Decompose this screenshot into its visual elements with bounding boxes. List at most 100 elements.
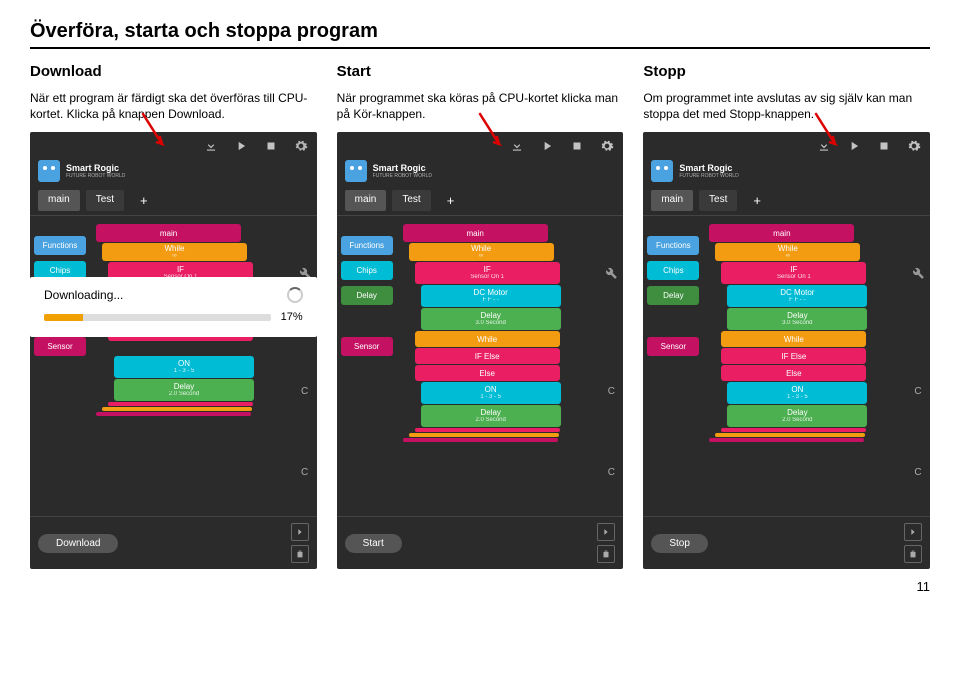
logo-title: Smart Rogic xyxy=(679,163,738,173)
play-icon[interactable] xyxy=(846,138,862,154)
arrow-right-icon[interactable] xyxy=(597,523,615,541)
workspace: Functions Chips Delay Sensor main While … xyxy=(337,216,624,516)
canvas-right: C C xyxy=(599,216,623,516)
block-main[interactable]: main xyxy=(403,224,548,242)
wrench-icon[interactable] xyxy=(911,266,925,282)
tab-test[interactable]: Test xyxy=(86,190,124,211)
logo-title: Smart Rogic xyxy=(373,163,432,173)
col-heading: Stopp xyxy=(643,63,930,80)
block-on[interactable]: ON 1 - 3 - 5 xyxy=(114,356,254,378)
progress-bar xyxy=(44,314,271,321)
logo-title: Smart Rogic xyxy=(66,163,125,173)
app-screenshot: Smart Rogic FUTURE ROBOT WORLD main Test… xyxy=(643,132,930,569)
col-heading: Download xyxy=(30,63,317,80)
arrow-right-icon[interactable] xyxy=(904,523,922,541)
sidebar-functions[interactable]: Functions xyxy=(34,236,86,255)
tab-add[interactable]: + xyxy=(130,190,158,211)
tab-main[interactable]: main xyxy=(38,190,80,211)
sidebar-sensor[interactable]: Sensor xyxy=(34,337,86,356)
stop-icon[interactable] xyxy=(876,138,892,154)
canvas[interactable]: main While ∞ IF Sensor On 1 DC Motor F F… xyxy=(90,216,293,516)
block-dcmotor[interactable]: DC Motor F F - - xyxy=(727,285,867,307)
modal-title: Downloading... xyxy=(44,288,123,302)
tab-add[interactable]: + xyxy=(743,190,771,211)
arrow-right-icon[interactable] xyxy=(291,523,309,541)
sidebar: Functions Chips Delay Sensor xyxy=(337,216,397,516)
sidebar-chips[interactable]: Chips xyxy=(341,261,393,280)
sidebar-delay[interactable]: Delay xyxy=(341,286,393,305)
logo-row: Smart Rogic FUTURE ROBOT WORLD xyxy=(30,160,317,186)
gear-icon[interactable] xyxy=(293,138,309,154)
tabs: main Test + xyxy=(643,186,930,216)
canvas[interactable]: main While ∞ IF Sensor On 1 DC Motor F F… xyxy=(703,216,906,516)
block-delay2[interactable]: Delay 2.0 Second xyxy=(114,379,254,401)
block-if-label: IF xyxy=(177,266,184,275)
trash-icon[interactable] xyxy=(291,545,309,563)
page-title: Överföra, starta och stoppa program xyxy=(30,20,930,49)
app-screenshot: Smart Rogic FUTURE ROBOT WORLD main Test… xyxy=(30,132,317,569)
robot-icon xyxy=(345,160,367,182)
arrow-download xyxy=(138,112,168,154)
stop-icon[interactable] xyxy=(569,138,585,154)
c-label-1: C xyxy=(301,386,308,397)
sidebar-delay[interactable]: Delay xyxy=(647,286,699,305)
block-ifelse[interactable]: IF Else xyxy=(415,348,560,364)
tab-test[interactable]: Test xyxy=(699,190,737,211)
canvas[interactable]: main While ∞ IF Sensor On 1 DC Motor F F… xyxy=(397,216,600,516)
block-while[interactable]: While ∞ xyxy=(715,243,860,261)
trash-icon[interactable] xyxy=(597,545,615,563)
tabs: main Test + xyxy=(30,186,317,216)
block-delay2[interactable]: Delay 2.0 Second xyxy=(727,405,867,427)
canvas-right: C C xyxy=(906,216,930,516)
block-while2[interactable]: While xyxy=(415,331,560,347)
c-label-1: C xyxy=(608,386,615,397)
sidebar-sensor[interactable]: Sensor xyxy=(341,337,393,356)
play-icon[interactable] xyxy=(539,138,555,154)
block-on[interactable]: ON 1 - 3 - 5 xyxy=(727,382,867,404)
run-button[interactable]: Start xyxy=(345,534,402,553)
logo-subtitle: FUTURE ROBOT WORLD xyxy=(679,173,738,179)
block-main[interactable]: main xyxy=(709,224,854,242)
block-on[interactable]: ON 1 - 3 - 5 xyxy=(421,382,561,404)
block-on-label: ON xyxy=(178,360,190,369)
block-else[interactable]: Else xyxy=(415,365,560,381)
download-icon[interactable] xyxy=(203,138,219,154)
gear-icon[interactable] xyxy=(906,138,922,154)
sidebar-functions[interactable]: Functions xyxy=(341,236,393,255)
canvas-right: C C xyxy=(293,216,317,516)
block-delay1[interactable]: Delay 3.0 Second xyxy=(727,308,867,330)
tab-add[interactable]: + xyxy=(437,190,465,211)
run-button[interactable]: Stop xyxy=(651,534,708,553)
block-ifelse[interactable]: IF Else xyxy=(721,348,866,364)
block-else[interactable]: Else xyxy=(721,365,866,381)
sidebar-chips[interactable]: Chips xyxy=(647,261,699,280)
block-if[interactable]: IF Sensor On 1 xyxy=(721,262,866,284)
trash-icon[interactable] xyxy=(904,545,922,563)
tab-test[interactable]: Test xyxy=(392,190,430,211)
gear-icon[interactable] xyxy=(599,138,615,154)
block-while2[interactable]: While xyxy=(721,331,866,347)
col-text: Om programmet inte avslutas av sig själv… xyxy=(643,90,930,122)
block-while[interactable]: While ∞ xyxy=(409,243,554,261)
block-delay1[interactable]: Delay 3.0 Second xyxy=(421,308,561,330)
block-if[interactable]: IF Sensor On 1 xyxy=(415,262,560,284)
sidebar-sensor[interactable]: Sensor xyxy=(647,337,699,356)
tab-main[interactable]: main xyxy=(345,190,387,211)
download-icon[interactable] xyxy=(509,138,525,154)
wrench-icon[interactable] xyxy=(604,266,618,282)
block-delay2[interactable]: Delay 2.0 Second xyxy=(421,405,561,427)
stop-icon[interactable] xyxy=(263,138,279,154)
block-while[interactable]: While ∞ xyxy=(102,243,247,261)
logo-row: Smart Rogic FUTURE ROBOT WORLD xyxy=(643,160,930,186)
col-text: När ett program är färdigt ska det överf… xyxy=(30,90,317,122)
play-icon[interactable] xyxy=(233,138,249,154)
workspace: Functions Chips Delay Sensor main While … xyxy=(30,216,317,516)
robot-icon xyxy=(651,160,673,182)
block-main[interactable]: main xyxy=(96,224,241,242)
run-button[interactable]: Download xyxy=(38,534,118,553)
sidebar-functions[interactable]: Functions xyxy=(647,236,699,255)
c-label-2: C xyxy=(608,467,615,478)
tab-main[interactable]: main xyxy=(651,190,693,211)
block-delay2-label: Delay xyxy=(174,383,194,392)
block-dcmotor[interactable]: DC Motor F F - - xyxy=(421,285,561,307)
